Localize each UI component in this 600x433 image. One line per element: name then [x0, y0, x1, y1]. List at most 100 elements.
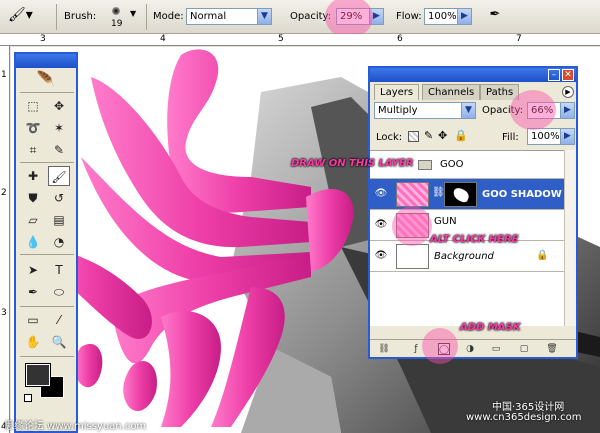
- slice-tool-icon[interactable]: ✎: [48, 140, 70, 160]
- eraser-tool-icon[interactable]: ▱: [22, 210, 44, 230]
- default-colors-icon[interactable]: [24, 394, 32, 402]
- fill-slider-arrow-icon[interactable]: ▶: [560, 128, 575, 145]
- zoom-tool-icon[interactable]: 🔍: [48, 332, 70, 352]
- gradient-tool-icon[interactable]: ▤: [48, 210, 70, 230]
- layer-name: GOO SHADOW: [482, 189, 562, 200]
- blur-tool-icon[interactable]: 💧: [22, 232, 44, 252]
- separator: [146, 4, 147, 30]
- brush-label: Brush:: [64, 11, 97, 22]
- layer-name: GOO: [440, 159, 464, 170]
- tools-panel: 🪶 ⬚ ✥ ➰ ✶ ⌗ ✎ ✚ 🖌 ⛊ ↺ ▱ ▤ 💧 ◔ ➤ T ✒ ⬭ ▭ …: [14, 52, 78, 433]
- clone-stamp-tool-icon[interactable]: ⛊: [22, 188, 44, 208]
- brush-tool-preset-icon[interactable]: 🖌▾: [8, 7, 38, 27]
- path-selection-tool-icon[interactable]: ➤: [22, 260, 44, 280]
- trash-icon[interactable]: 🗑: [546, 343, 558, 355]
- notes-tool-icon[interactable]: ▭: [22, 310, 44, 330]
- lasso-tool-icon[interactable]: ➰: [22, 118, 44, 138]
- lock-icon: 🔒: [536, 250, 549, 261]
- layer-style-icon[interactable]: ƒ: [410, 343, 422, 355]
- gun-thumbnail-highlight: [392, 206, 432, 246]
- healing-brush-tool-icon[interactable]: ✚: [22, 166, 44, 186]
- layers-scrollbar[interactable]: [564, 150, 576, 326]
- move-tool-icon[interactable]: ✥: [48, 96, 70, 116]
- separator: [56, 4, 57, 30]
- ellipse-tool-icon[interactable]: ⬭: [48, 282, 70, 302]
- layer-thumbnail[interactable]: [396, 182, 429, 207]
- fill-label: Fill:: [502, 132, 519, 143]
- watermark-bottom-right-1: 中国·365设计网: [492, 402, 565, 413]
- separator: [20, 254, 74, 255]
- separator: [20, 356, 74, 357]
- type-tool-icon[interactable]: T: [48, 260, 70, 280]
- eye-visibility-icon[interactable]: 👁: [374, 188, 388, 200]
- ruler-tick-label: 4: [160, 34, 166, 44]
- dodge-tool-icon[interactable]: ◔: [48, 232, 70, 252]
- eyedropper-tool-icon[interactable]: ⁄: [48, 310, 70, 330]
- annotation-draw-on-layer: DRAW ON THIS LAYER: [291, 158, 414, 169]
- tools-panel-titlebar[interactable]: [16, 54, 76, 68]
- mode-select[interactable]: Normal: [186, 8, 258, 25]
- magic-wand-tool-icon[interactable]: ✶: [48, 118, 70, 138]
- layer-mask-thumbnail[interactable]: [444, 182, 477, 207]
- close-icon[interactable]: ✕: [562, 69, 574, 81]
- blend-mode-dropdown-arrow-icon[interactable]: ▼: [461, 102, 476, 119]
- mode-dropdown-arrow-icon[interactable]: ▼: [257, 8, 272, 25]
- separator: [20, 306, 74, 307]
- folder-icon: [418, 160, 432, 170]
- layer-row-background[interactable]: 👁 Background 🔒: [370, 241, 576, 272]
- eye-visibility-icon[interactable]: 👁: [374, 219, 388, 231]
- ruler-tick-label: 3: [1, 308, 7, 318]
- flow-label: Flow:: [396, 11, 422, 22]
- history-brush-tool-icon[interactable]: ↺: [48, 188, 70, 208]
- hand-tool-icon[interactable]: ✋: [22, 332, 44, 352]
- tab-layers[interactable]: Layers: [374, 84, 420, 100]
- mode-label: Mode:: [153, 11, 184, 22]
- layers-panel-titlebar[interactable]: – ✕: [370, 68, 576, 82]
- layer-thumbnail[interactable]: [396, 244, 429, 269]
- adjustment-layer-icon[interactable]: ◑: [464, 343, 476, 355]
- brush-tool-icon[interactable]: 🖌: [48, 166, 70, 186]
- brush-size-value: 19: [111, 19, 123, 29]
- panel-menu-icon[interactable]: ▶: [562, 86, 574, 98]
- new-group-icon[interactable]: ▭: [490, 343, 502, 355]
- watermark-bottom-left: 思缘论坛 www.missyuan.com: [4, 421, 147, 432]
- ruler-tick-label: 1: [1, 70, 7, 80]
- flow-input[interactable]: 100%: [424, 8, 458, 25]
- new-layer-icon[interactable]: ▢: [518, 343, 530, 355]
- flow-slider-arrow-icon[interactable]: ▶: [457, 8, 472, 25]
- layer-name: Background: [434, 251, 494, 262]
- eye-visibility-icon[interactable]: 👁: [374, 250, 388, 262]
- foreground-color-swatch[interactable]: [25, 363, 51, 387]
- lock-label: Lock:: [376, 132, 403, 143]
- separator: [20, 92, 74, 93]
- fill-input[interactable]: 100%: [527, 128, 561, 145]
- link-layers-icon[interactable]: ⛓: [378, 343, 390, 355]
- lock-transparency-icon[interactable]: [408, 131, 419, 142]
- tab-channels[interactable]: Channels: [422, 84, 481, 100]
- airbrush-icon[interactable]: ✒: [484, 7, 506, 27]
- ruler-horizontal: 3 4 5 6 7: [0, 34, 600, 46]
- lock-all-icon[interactable]: 🔒: [454, 129, 468, 142]
- ruler-tick-label: 2: [1, 188, 7, 198]
- brush-tip-icon: [112, 7, 120, 15]
- lock-pixels-icon[interactable]: ✎: [424, 129, 433, 142]
- minimize-icon[interactable]: –: [548, 69, 560, 81]
- options-bar: 🖌▾ Brush: 19 ▼ Mode: Normal ▼ Opacity: 2…: [0, 0, 600, 34]
- blend-mode-select[interactable]: Multiply: [374, 102, 462, 119]
- layer-opacity-slider-arrow-icon[interactable]: ▶: [560, 102, 575, 119]
- ruler-tick-label: 7: [516, 34, 522, 44]
- annotation-alt-click: ALT CLICK HERE: [430, 234, 519, 245]
- ruler-tick-label: 3: [40, 34, 46, 44]
- brush-preset-picker[interactable]: 19 ▼: [104, 5, 138, 31]
- layer-opacity-highlight: [510, 90, 556, 130]
- separator: [20, 162, 74, 163]
- lock-position-icon[interactable]: ✥: [438, 129, 447, 142]
- watermark-bottom-right-2: www.cn365design.com: [466, 412, 582, 423]
- pen-tool-icon[interactable]: ✒: [22, 282, 44, 302]
- layers-bottom-bar: ⛓ ƒ ◯ ◑ ▭ ▢ 🗑: [370, 339, 576, 357]
- chain-link-icon[interactable]: ⛓: [432, 187, 445, 198]
- layer-row-goo-shadow[interactable]: 👁 ⛓ GOO SHADOW: [370, 179, 576, 210]
- crop-tool-icon[interactable]: ⌗: [22, 140, 44, 160]
- marquee-tool-icon[interactable]: ⬚: [22, 96, 44, 116]
- ruler-vertical: 1 2 3 4: [0, 46, 10, 433]
